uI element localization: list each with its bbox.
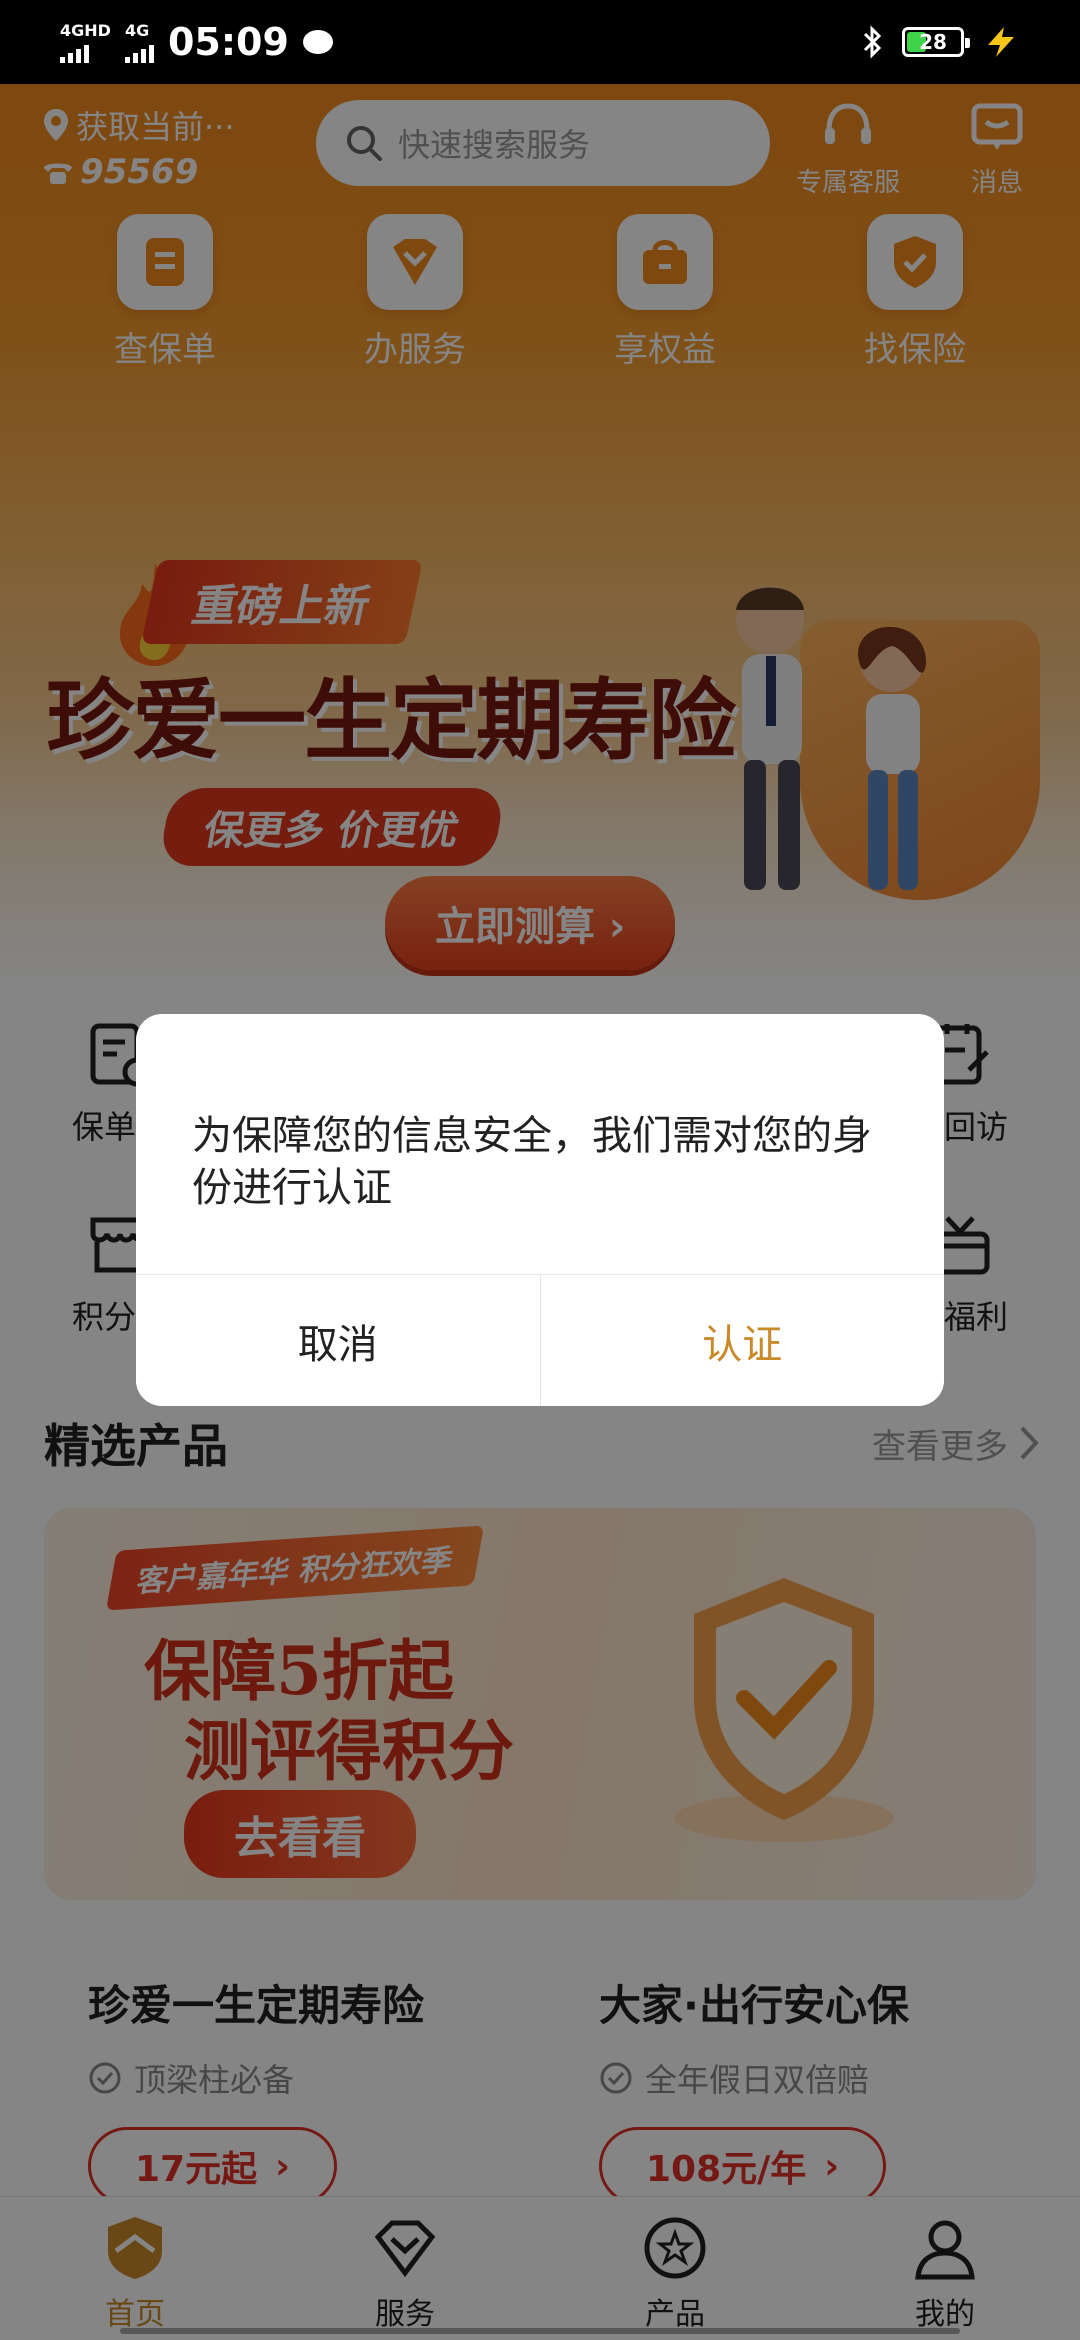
network-type-1: 4GHD bbox=[60, 21, 111, 40]
dialog-message: 为保障您的信息安全，我们需对您的身份进行认证 bbox=[192, 1113, 872, 1211]
verify-button[interactable]: 认证 bbox=[539, 1275, 944, 1406]
cancel-button[interactable]: 取消 bbox=[136, 1275, 540, 1406]
signal-bars-icon bbox=[124, 43, 154, 63]
status-bar: 4GHD 4G 05:09 28 bbox=[0, 0, 1080, 84]
network-type-2: 4G bbox=[124, 21, 150, 40]
dialog-buttons: 取消 认证 bbox=[136, 1274, 944, 1406]
signal-bars-icon bbox=[60, 43, 111, 63]
status-time: 05:09 bbox=[167, 20, 289, 64]
charging-bolt-icon bbox=[988, 27, 1014, 57]
bluetooth-icon bbox=[863, 25, 882, 59]
signal-1: 4GHD bbox=[60, 21, 111, 63]
signal-2: 4G bbox=[124, 21, 154, 63]
chat-bubble-icon bbox=[302, 30, 333, 54]
identity-verification-dialog: 为保障您的信息安全，我们需对您的身份进行认证 取消 认证 bbox=[136, 1014, 944, 1406]
home-screen: 4GHD 4G 05:09 28 获取当前··· 95569 快速搜索服务 专属… bbox=[0, 0, 1080, 2340]
battery-level: 28 bbox=[919, 30, 947, 54]
battery-icon: 28 bbox=[902, 27, 970, 57]
